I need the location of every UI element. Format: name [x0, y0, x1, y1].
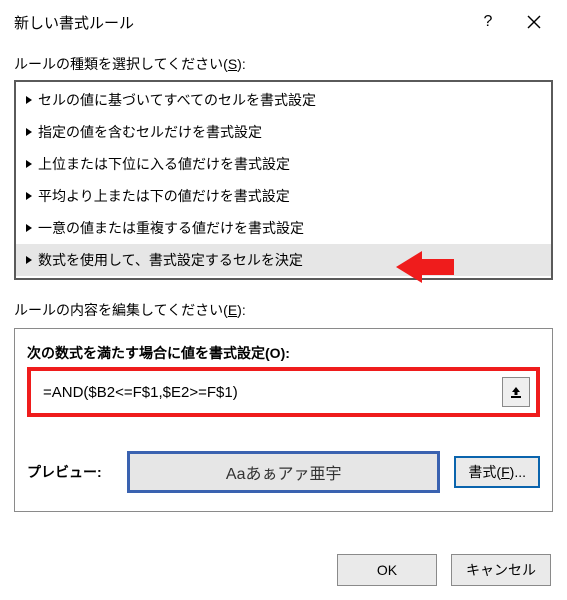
rule-type-item-label: 指定の値を含むセルだけを書式設定: [38, 122, 262, 142]
ok-button[interactable]: OK: [337, 554, 437, 586]
format-button[interactable]: 書式(F)...: [454, 456, 540, 488]
rule-type-label-accel: S: [228, 56, 237, 72]
bullet-icon: [26, 96, 32, 104]
formula-label-suffix: ):: [281, 345, 290, 361]
bullet-icon: [26, 224, 32, 232]
rule-type-item[interactable]: 一意の値または重複する値だけを書式設定: [16, 212, 551, 244]
rule-type-item[interactable]: 指定の値を含むセルだけを書式設定: [16, 116, 551, 148]
rule-type-item[interactable]: セルの値に基づいてすべてのセルを書式設定: [16, 84, 551, 116]
bullet-icon: [26, 128, 32, 136]
formula-label: 次の数式を満たす場合に値を書式設定(O):: [27, 343, 540, 363]
rule-type-item-selected[interactable]: 数式を使用して、書式設定するセルを決定: [16, 244, 551, 276]
window-title: 新しい書式ルール: [14, 12, 465, 33]
dialog-window: 新しい書式ルール ? ルールの種類を選択してください(S): セルの値に基づいて…: [0, 0, 567, 600]
edit-section-label-accel: E: [228, 302, 237, 318]
rule-type-item[interactable]: 平均より上または下の値だけを書式設定: [16, 180, 551, 212]
rule-type-item-label: 一意の値または重複する値だけを書式設定: [38, 218, 304, 238]
rule-type-label-text: ルールの種類を選択してください(: [14, 56, 228, 72]
bullet-icon: [26, 160, 32, 168]
formula-input[interactable]: [35, 375, 494, 409]
range-selector-button[interactable]: [502, 377, 530, 407]
close-icon: [527, 15, 541, 29]
rule-type-item-label: 平均より上または下の値だけを書式設定: [38, 186, 290, 206]
rule-type-label-suffix: ):: [237, 56, 246, 72]
rule-type-list[interactable]: セルの値に基づいてすべてのセルを書式設定 指定の値を含むセルだけを書式設定 上位…: [14, 80, 553, 280]
formula-label-accel: O: [270, 345, 281, 361]
edit-section: ルールの内容を編集してください(E): 次の数式を満たす場合に値を書式設定(O)…: [14, 300, 553, 512]
format-btn-prefix: 書式(: [468, 462, 501, 482]
preview-row: プレビュー: Aaあぁアァ亜宇 書式(F)...: [27, 451, 540, 493]
titlebar: 新しい書式ルール ?: [0, 0, 567, 44]
format-btn-accel: F: [501, 464, 510, 480]
edit-box: 次の数式を満たす場合に値を書式設定(O): プレビュー: Aaあぁアァ亜宇: [14, 328, 553, 512]
rule-type-label: ルールの種類を選択してください(S):: [14, 54, 553, 74]
rule-type-item[interactable]: 上位または下位に入る値だけを書式設定: [16, 148, 551, 180]
close-button[interactable]: [511, 3, 557, 41]
format-btn-suffix: )...: [510, 464, 526, 480]
formula-label-text: 次の数式を満たす場合に値を書式設定(: [27, 345, 270, 361]
preview-sample-text: Aaあぁアァ亜宇: [226, 460, 342, 484]
rule-type-item-label: 数式を使用して、書式設定するセルを決定: [38, 250, 303, 270]
rule-type-item-label: セルの値に基づいてすべてのセルを書式設定: [38, 90, 316, 110]
collapse-icon: [509, 385, 523, 399]
preview-label: プレビュー:: [27, 462, 113, 482]
edit-section-label-suffix: ):: [237, 302, 246, 318]
edit-section-label-text: ルールの内容を編集してください(: [14, 302, 228, 318]
dialog-content: ルールの種類を選択してください(S): セルの値に基づいてすべてのセルを書式設定…: [0, 44, 567, 512]
cancel-button[interactable]: キャンセル: [451, 554, 551, 586]
preview-box: Aaあぁアァ亜宇: [127, 451, 440, 493]
help-button[interactable]: ?: [465, 3, 511, 41]
formula-row: [27, 367, 540, 417]
bullet-icon: [26, 192, 32, 200]
edit-section-label: ルールの内容を編集してください(E):: [14, 300, 553, 320]
dialog-buttons: OK キャンセル: [337, 554, 551, 586]
bullet-icon: [26, 256, 32, 264]
rule-type-item-label: 上位または下位に入る値だけを書式設定: [38, 154, 290, 174]
